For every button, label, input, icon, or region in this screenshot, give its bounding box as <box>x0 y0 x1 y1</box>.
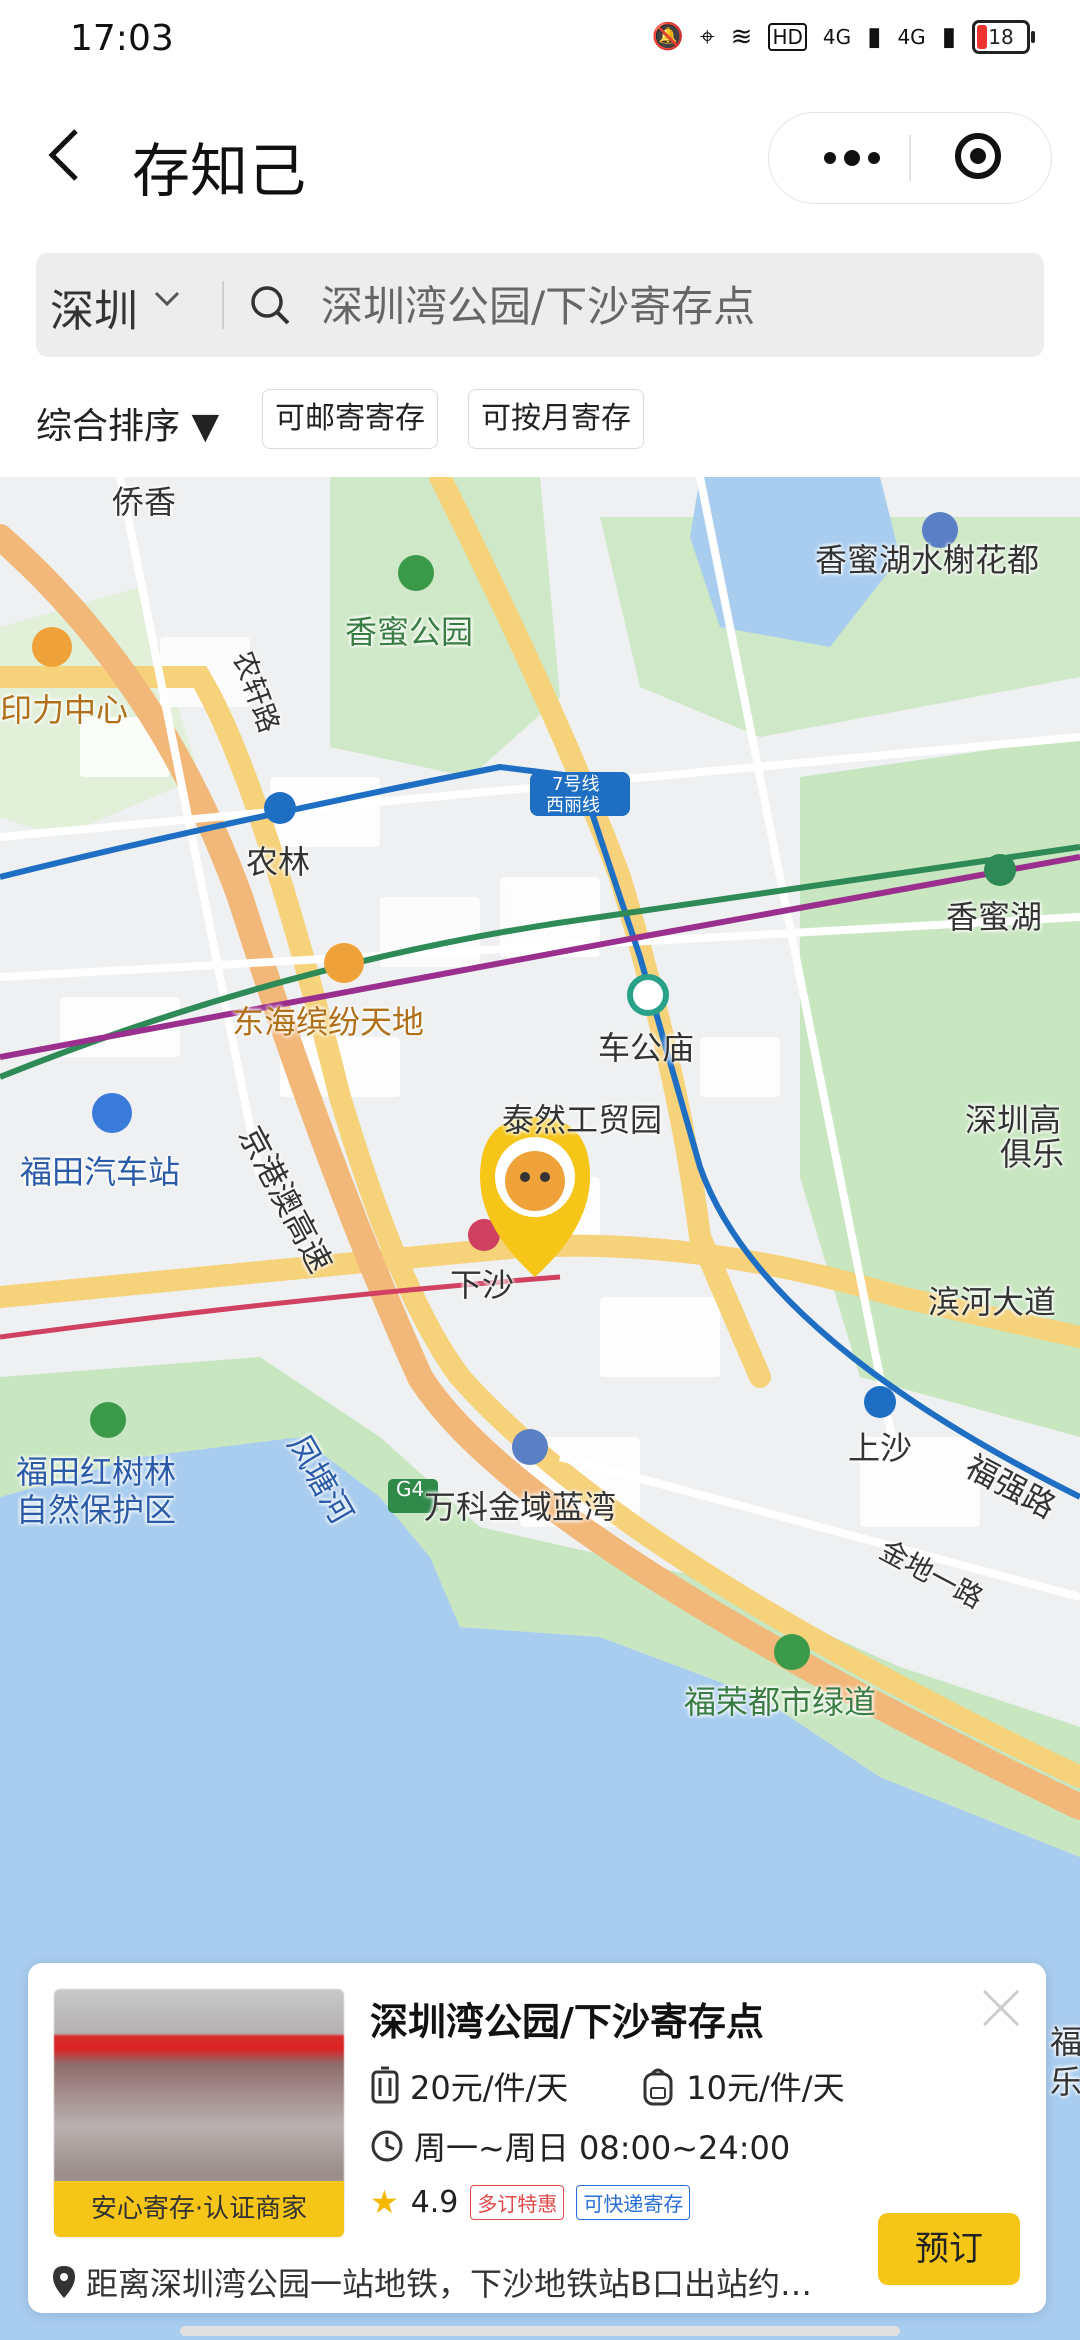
map-label: 下沙 <box>450 1266 515 1304</box>
bag-price: 10元/件/天 <box>686 2069 845 2107</box>
back-button[interactable] <box>42 125 90 185</box>
page-title: 存知己 <box>132 137 307 205</box>
clock-icon <box>371 2130 403 2162</box>
price-row: 20元/件/天 10元/件/天 <box>370 2063 845 2109</box>
city-selector[interactable]: 深圳 <box>50 275 138 339</box>
search-input[interactable] <box>319 269 1023 343</box>
storage-point-card[interactable]: 安心寄存·认证商家 深圳湾公园/下沙寄存点 20元/件/天 10元/件/天 周一… <box>28 1963 1046 2313</box>
book-button[interactable]: 预订 <box>878 2213 1020 2285</box>
search-divider <box>222 281 224 329</box>
chevron-down-icon[interactable] <box>154 285 180 311</box>
chevron-left-icon <box>48 129 78 181</box>
map-label: 上沙 <box>848 1429 913 1467</box>
map-label: 福田汽车站 <box>20 1153 181 1191</box>
sort-dropdown[interactable]: 综合排序 ▼ <box>36 397 219 449</box>
map-label: 农林 <box>246 843 311 881</box>
tag-multi-order-discount: 多订特惠 <box>470 2184 565 2220</box>
rating-row: ★ 4.9 多订特惠 可快递寄存 <box>370 2183 691 2221</box>
map-label: 香蜜公园 <box>345 613 474 651</box>
signal-bars-icon: ▮ <box>867 22 882 52</box>
luggage-price: 20元/件/天 <box>410 2069 569 2107</box>
rating-score: 4.9 <box>410 2184 459 2220</box>
map-label: 香蜜湖 <box>946 898 1043 936</box>
home-indicator[interactable] <box>180 2326 900 2336</box>
location-pin-icon <box>53 2266 75 2298</box>
star-icon: ★ <box>370 2183 399 2221</box>
status-bar: 17:03 🔕 ⌖ ≋ HD 4G ▮ 4G ▮ 18 <box>0 0 1080 80</box>
map-label: 俱乐 <box>1000 1135 1065 1173</box>
address-row[interactable]: 距离深圳湾公园一站地铁，下沙地铁站B口出站约… <box>50 2259 870 2305</box>
map-label: 香蜜湖水榭花都 <box>815 541 1040 579</box>
map-label: 车公庙 <box>598 1029 695 1067</box>
map-label: 乐 <box>1050 2063 1080 2101</box>
battery-level: 18 <box>988 25 1014 49</box>
nav-header: 存知己 <box>0 80 1080 230</box>
map-label: 东海缤纷天地 <box>232 1003 425 1041</box>
more-button[interactable] <box>807 135 897 181</box>
battery-icon: 18 <box>972 20 1035 54</box>
suitcase-icon <box>371 2066 399 2104</box>
signal-4g-icon-2: 4G <box>897 25 926 49</box>
map-label: 万科金域蓝湾 <box>424 1488 617 1526</box>
close-icon[interactable] <box>976 1983 1026 2033</box>
signal-4g-icon: 4G <box>822 25 852 49</box>
search-icon <box>251 286 290 325</box>
hours-row: 周一~周日 08:00~24:00 <box>370 2123 790 2169</box>
hd-icon: HD <box>768 23 807 51</box>
chip-monthly-storage[interactable]: 可按月寄存 <box>468 389 644 449</box>
map-label: 滨河大道 <box>928 1283 1057 1321</box>
certified-badge: 安心寄存·认证商家 <box>54 2181 344 2237</box>
opening-hours: 周一~周日 08:00~24:00 <box>414 2129 791 2167</box>
map-label: G4 <box>396 1477 425 1501</box>
miniapp-capsule <box>768 112 1052 204</box>
storage-point-name: 深圳湾公园/下沙寄存点 <box>370 2000 764 2044</box>
mute-icon: 🔕 <box>651 22 685 52</box>
signal-bars-icon-2: ▮ <box>941 22 956 52</box>
map-label: 泰然工贸园 <box>502 1101 663 1139</box>
map-label: 自然保护区 <box>16 1491 177 1529</box>
chip-mail-storage[interactable]: 可邮寄寄存 <box>262 389 438 449</box>
address-text: 距离深圳湾公园一站地铁，下沙地铁站B口出站约… <box>86 2265 812 2303</box>
map-label: 西丽线 <box>546 795 600 816</box>
backpack-icon <box>643 2068 673 2106</box>
status-icons: 🔕 ⌖ ≋ HD 4G ▮ 4G ▮ 18 <box>651 20 1035 54</box>
search-bar: 深圳 <box>36 253 1044 357</box>
map-label: 印力中心 <box>0 691 129 729</box>
close-miniapp-button[interactable] <box>955 133 1001 179</box>
map-label: 侨香 <box>112 483 177 521</box>
status-time: 17:03 <box>70 18 174 59</box>
map-label: 福荣都市绿道 <box>684 1683 877 1721</box>
wifi-icon: ≋ <box>730 22 753 52</box>
filter-row: 综合排序 ▼ 可邮寄寄存 可按月寄存 <box>36 385 1046 455</box>
location-icon: ⌖ <box>700 21 715 52</box>
capsule-divider <box>909 135 911 181</box>
tag-express-storage: 可快递寄存 <box>576 2184 691 2220</box>
